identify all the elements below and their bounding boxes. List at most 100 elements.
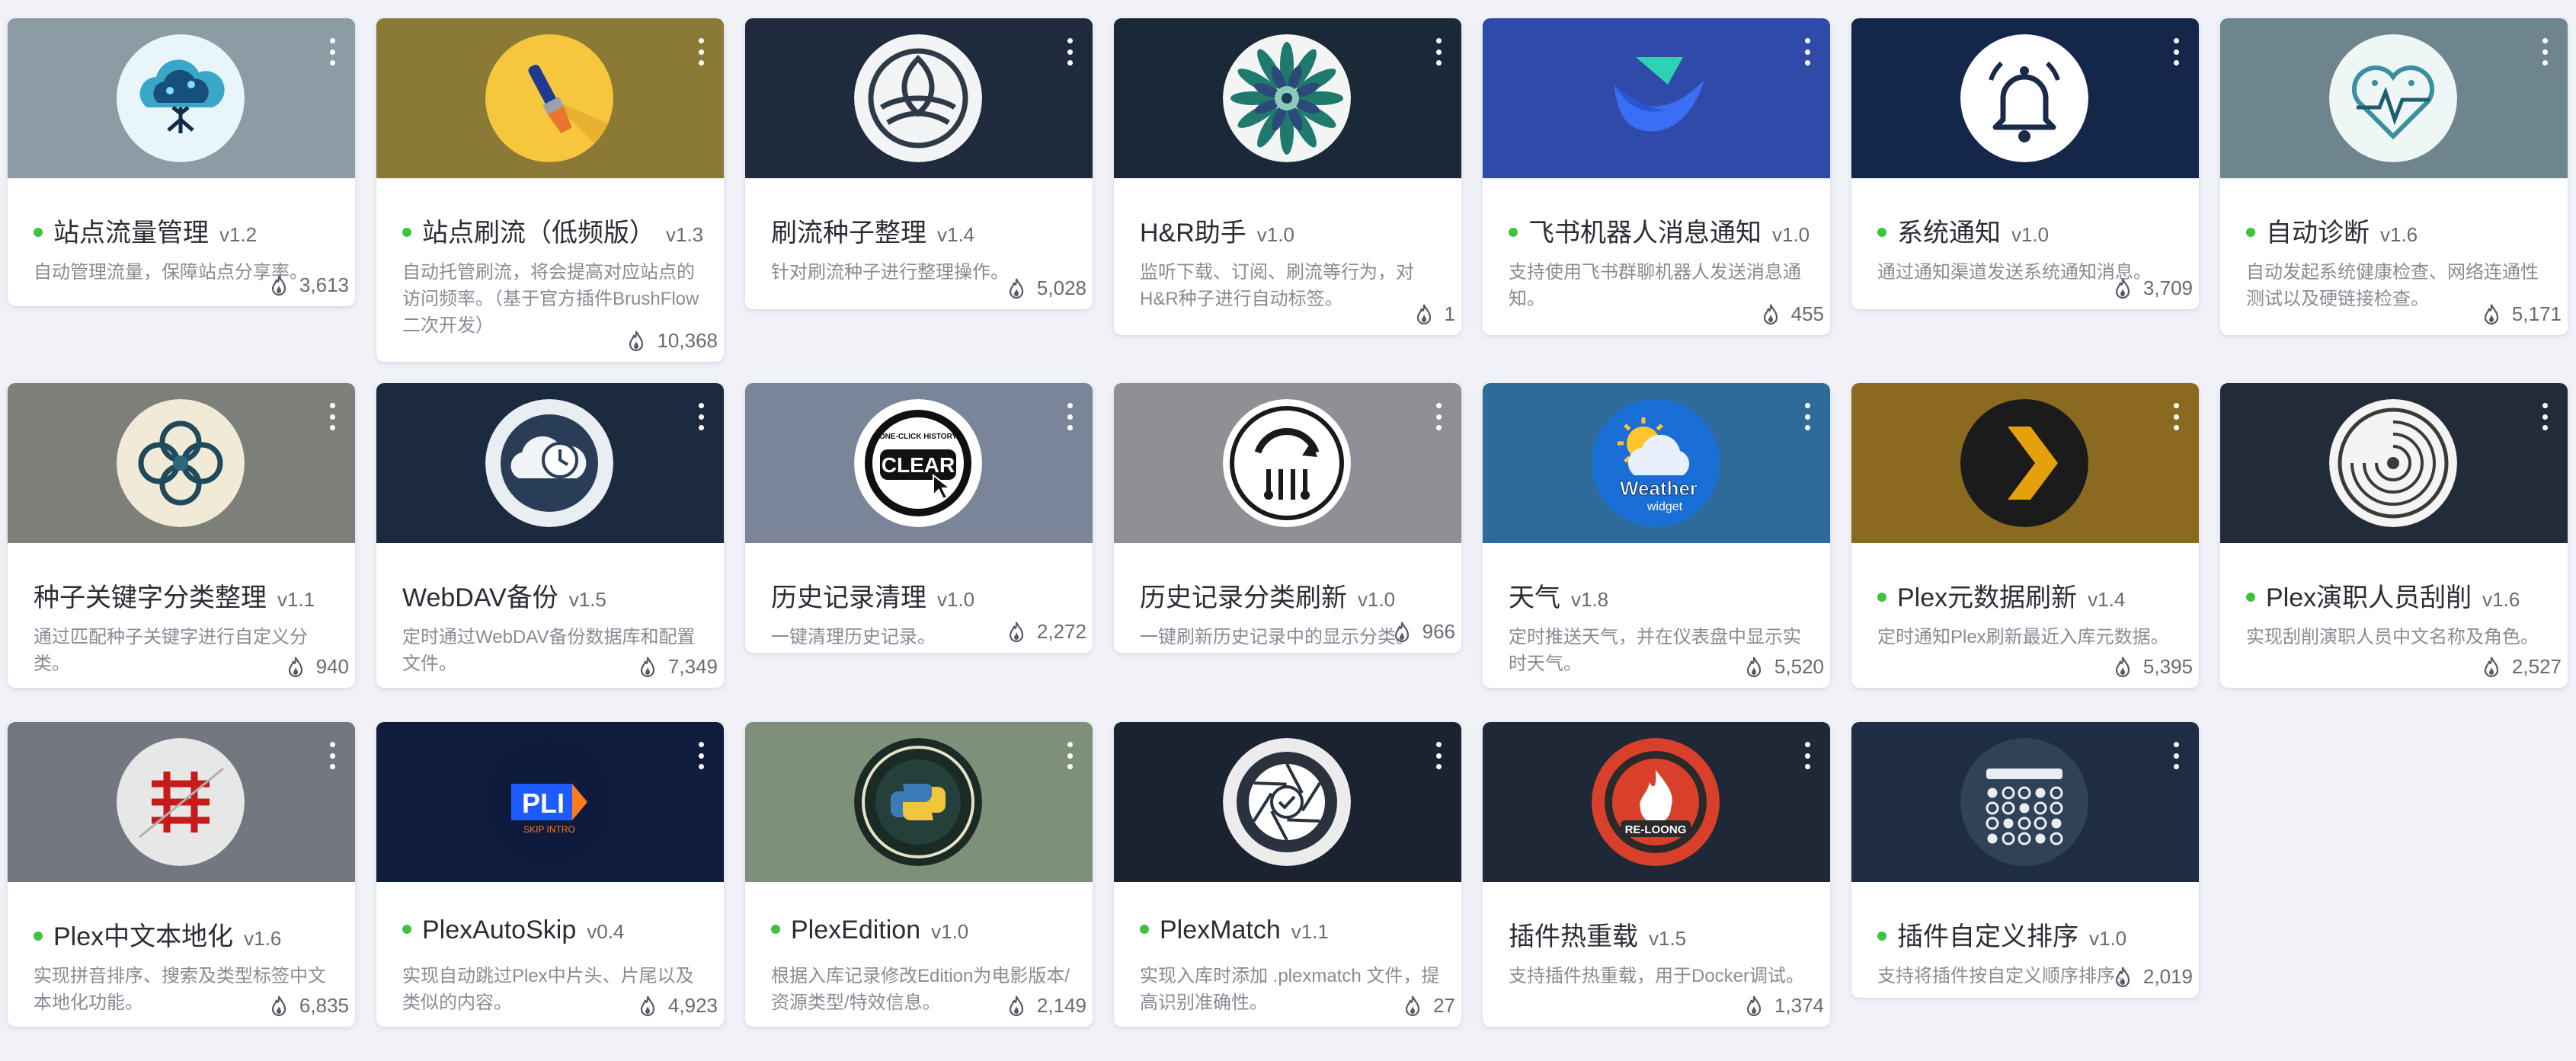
plugin-card[interactable]: CLEAR ONE-CLICK HISTORY 历史记录清理 v1.0 一键清理历史… xyxy=(745,383,1093,653)
plugin-description: 实现刮削演职人员中文名称及角色。 xyxy=(2246,627,2539,647)
install-count: 455 xyxy=(1761,302,1824,326)
plugin-title-row: 插件热重载 v1.5 xyxy=(1509,916,1822,953)
plugin-card[interactable]: 种子关键字分类整理 v1.1 通过匹配种子关键字进行自定义分类。 940 xyxy=(8,383,355,688)
plugin-title-row: 自动诊断 v1.6 xyxy=(2246,212,2560,249)
more-vert-icon[interactable] xyxy=(1798,742,1816,769)
film-reel-icon xyxy=(2329,399,2457,527)
more-vert-icon[interactable] xyxy=(1429,38,1448,66)
plugin-banner xyxy=(8,18,355,178)
enabled-status-dot xyxy=(771,925,780,934)
more-vert-icon[interactable] xyxy=(1798,38,1816,66)
fire-icon xyxy=(638,657,668,678)
plugin-description: 自动托管刷流，将会提高对应站点的访问频率。（基于官方插件BrushFlow二次开… xyxy=(402,262,699,336)
plugin-card[interactable]: Weather widget 天气 v1.8 定时推送天气，并在仪表盘中显示实时天气。… xyxy=(1483,383,1830,688)
more-vert-icon[interactable] xyxy=(1798,403,1816,430)
paintbrush-icon xyxy=(485,34,613,162)
more-vert-icon[interactable] xyxy=(2167,403,2185,430)
more-vert-icon[interactable] xyxy=(1429,742,1448,769)
install-count-value: 2,527 xyxy=(2511,655,2562,678)
plugin-card[interactable]: 自动诊断 v1.6 自动发起系统健康检查、网络连通性测试以及硬链接检查。 5,171 xyxy=(2220,18,2568,335)
install-count: 1 xyxy=(1414,302,1455,326)
more-vert-icon[interactable] xyxy=(1061,403,1079,430)
plugin-name: PlexMatch xyxy=(1160,916,1281,944)
fire-icon xyxy=(2113,657,2143,678)
more-vert-icon[interactable] xyxy=(1429,403,1448,430)
enabled-status-dot xyxy=(2246,228,2255,237)
enabled-status-dot xyxy=(1509,228,1518,237)
plugin-version: v1.0 xyxy=(937,588,975,611)
plugin-version: v1.1 xyxy=(277,588,315,611)
plugin-card[interactable]: PlexEdition v1.0 根据入库记录修改Edition为电影版本/资源类型… xyxy=(745,722,1093,1027)
plugin-title-row: H&R助手 v1.0 xyxy=(1140,212,1454,249)
plugin-version: v1.4 xyxy=(937,223,975,246)
plugin-card[interactable]: PlexMatch v1.1 实现入库时添加 .plexmatch 文件，提高识别准… xyxy=(1114,722,1461,1027)
plugin-card[interactable]: Plex演职人员刮削 v1.6 实现刮削演职人员中文名称及角色。 2,527 xyxy=(2220,383,2568,688)
more-vert-icon[interactable] xyxy=(2167,742,2185,769)
install-count-value: 5,028 xyxy=(1036,276,1086,299)
enabled-status-dot xyxy=(34,932,43,941)
install-count: 5,028 xyxy=(1006,276,1086,300)
plugin-title-row: 飞书机器人消息通知 v1.0 xyxy=(1509,212,1822,249)
fire-icon xyxy=(269,995,299,1017)
install-count-value: 4,923 xyxy=(667,994,718,1017)
more-vert-icon[interactable] xyxy=(692,742,710,769)
plugin-name: 种子关键字分类整理 xyxy=(34,583,267,612)
more-vert-icon[interactable] xyxy=(1061,38,1079,66)
more-vert-icon[interactable] xyxy=(692,38,710,66)
more-vert-icon[interactable] xyxy=(1061,742,1079,769)
plugin-card[interactable]: RE-LOONG 插件热重载 v1.5 支持插件热重载，用于Docker调试。 1,37… xyxy=(1483,722,1830,1027)
svg-text:widget: widget xyxy=(1646,500,1683,513)
plugin-card[interactable]: 插件自定义排序 v1.0 支持将插件按自定义顺序排序。 2,019 xyxy=(1851,722,2199,998)
install-count-value: 455 xyxy=(1790,302,1824,325)
bell-icon xyxy=(1960,34,2088,162)
fire-icon xyxy=(626,331,657,352)
plugin-card[interactable]: Plex元数据刷新 v1.4 定时通知Plex刷新最近入库元数据。 5,395 xyxy=(1851,383,2199,688)
plugin-card[interactable]: 飞书机器人消息通知 v1.0 支持使用飞书群聊机器人发送消息通知。 455 xyxy=(1483,18,1830,335)
plugin-version: v1.6 xyxy=(244,927,282,950)
plugin-version: v1.2 xyxy=(219,223,258,246)
more-vert-icon[interactable] xyxy=(2536,403,2554,430)
plugin-version: v1.3 xyxy=(666,223,704,246)
install-count-value: 5,395 xyxy=(2142,655,2193,678)
more-vert-icon[interactable] xyxy=(323,742,341,769)
install-count: 2,527 xyxy=(2482,655,2562,679)
heart-circuit-icon xyxy=(2329,34,2457,162)
enabled-status-dot xyxy=(1877,228,1886,237)
plugin-card[interactable]: Plex中文本地化 v1.6 实现拼音排序、搜索及类型标签中文本地化功能。 6,835 xyxy=(8,722,355,1027)
install-count-value: 3,709 xyxy=(2142,276,2193,299)
enabled-status-dot xyxy=(402,925,411,934)
more-vert-icon[interactable] xyxy=(692,403,710,430)
skip-intro-icon: PLI SKIP INTRO xyxy=(485,738,613,866)
install-count-value: 6,835 xyxy=(299,994,349,1017)
plugin-banner: PLI SKIP INTRO xyxy=(376,722,724,882)
fire-icon xyxy=(638,995,668,1017)
install-count: 1,374 xyxy=(1744,994,1824,1018)
plugin-title-row: 站点刷流（低频版） v1.3 xyxy=(402,212,716,249)
plugin-card[interactable]: H&R助手 v1.0 监听下载、订阅、刷流等行为，对H&R种子进行自动标签。 1 xyxy=(1114,18,1461,335)
plugin-card[interactable]: PLI SKIP INTRO PlexAutoSkip v0.4 实现自动跳过Plex… xyxy=(376,722,724,1027)
plugin-name: Plex演职人员刮削 xyxy=(2266,583,2472,612)
plugin-description: 支持插件热重载，用于Docker调试。 xyxy=(1509,966,1805,986)
more-vert-icon[interactable] xyxy=(323,403,341,430)
plugin-card[interactable]: 历史记录分类刷新 v1.0 一键刷新历史记录中的显示分类。 966 xyxy=(1114,383,1461,653)
plugin-banner xyxy=(2220,18,2568,178)
more-vert-icon[interactable] xyxy=(323,38,341,66)
more-vert-icon[interactable] xyxy=(2536,38,2554,66)
more-vert-icon[interactable] xyxy=(2167,38,2185,66)
install-count: 5,520 xyxy=(1744,655,1824,679)
plugin-card[interactable]: 站点刷流（低频版） v1.3 自动托管刷流，将会提高对应站点的访问频率。（基于官方插… xyxy=(376,18,724,362)
enabled-status-dot xyxy=(34,228,43,237)
clear-button-icon: CLEAR ONE-CLICK HISTORY xyxy=(854,399,982,527)
plugin-version: v1.6 xyxy=(2380,223,2418,246)
install-count: 3,709 xyxy=(2113,276,2193,300)
svg-text:ONE-CLICK HISTORY: ONE-CLICK HISTORY xyxy=(879,433,958,441)
install-count: 2,272 xyxy=(1006,620,1086,644)
plugin-card[interactable]: 刷流种子整理 v1.4 针对刷流种子进行整理操作。 5,028 xyxy=(745,18,1093,309)
plugin-card[interactable]: WebDAV备份 v1.5 定时通过WebDAV备份数据库和配置文件。 7,349 xyxy=(376,383,724,688)
plugin-title-row: Plex中文本地化 v1.6 xyxy=(34,916,347,953)
plugin-card[interactable]: 站点流量管理 v1.2 自动管理流量，保障站点分享率。 3,613 xyxy=(8,18,355,306)
plugin-name: 自动诊断 xyxy=(2266,219,2370,248)
plugin-card[interactable]: 系统通知 v1.0 通过通知渠道发送系统通知消息。 3,709 xyxy=(1851,18,2199,309)
install-count-value: 7,349 xyxy=(667,655,718,678)
install-count-value: 5,171 xyxy=(2511,302,2562,325)
